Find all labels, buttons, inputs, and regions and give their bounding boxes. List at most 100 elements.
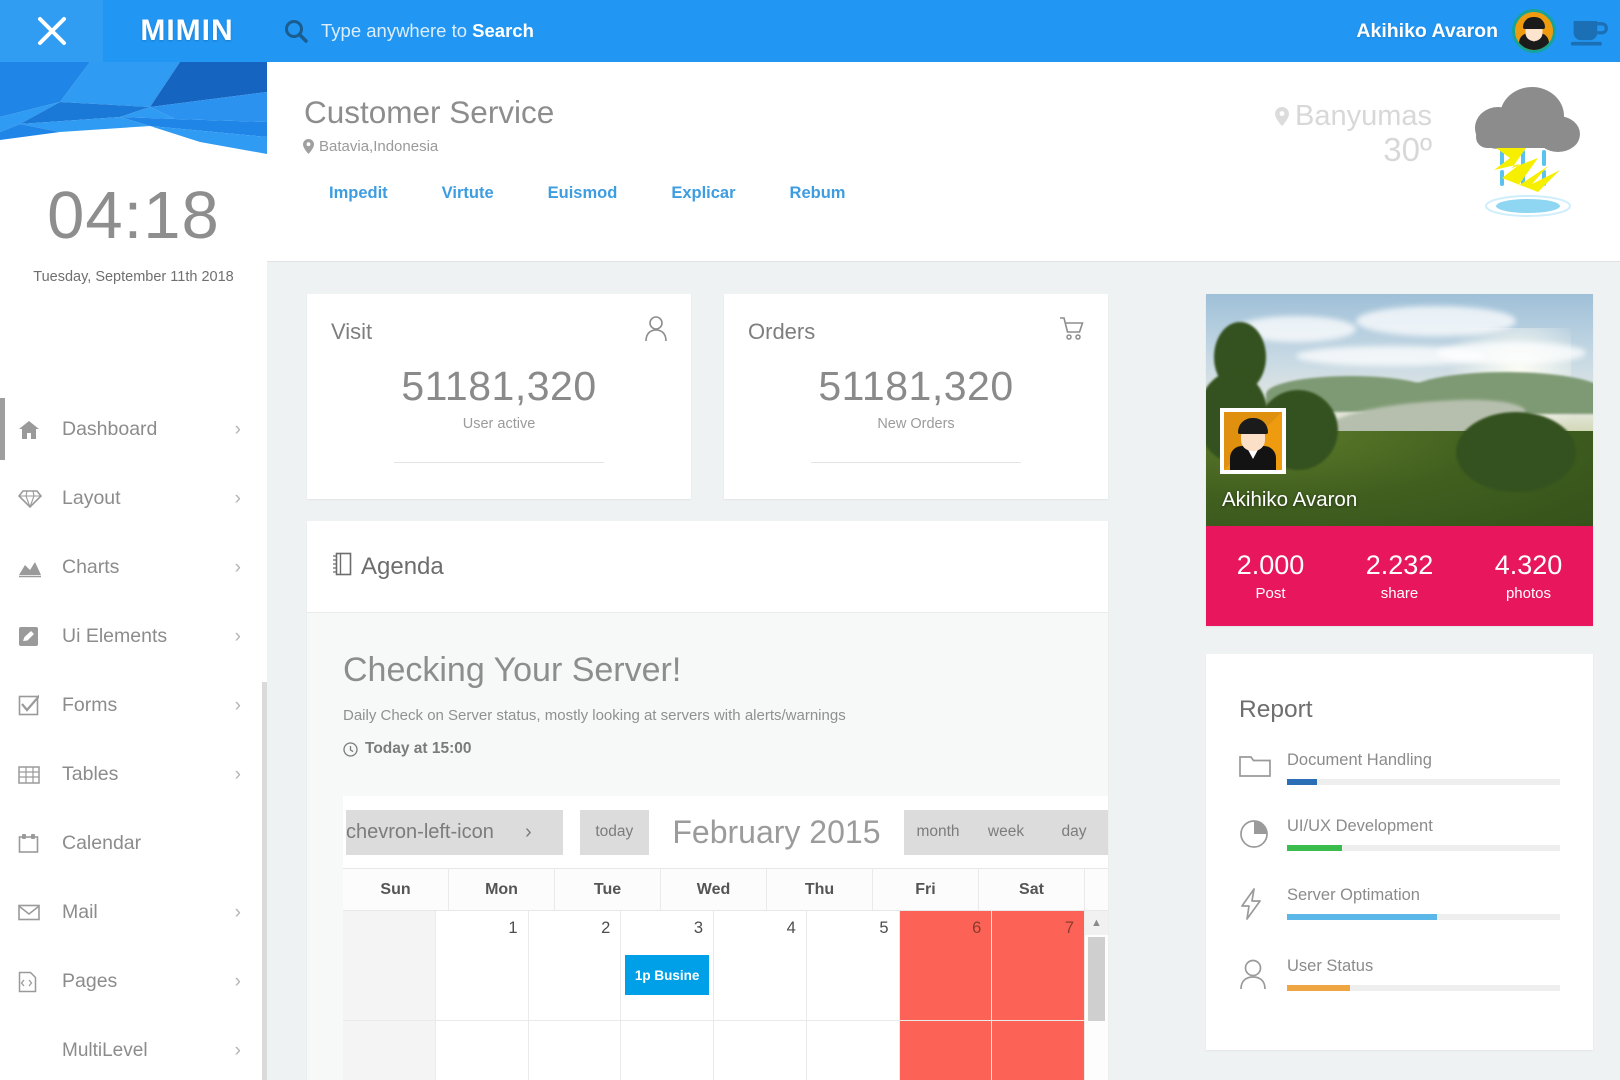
chevron-right-icon: › [234, 418, 241, 440]
calendar-cell[interactable]: 1 [434, 911, 528, 1021]
folder-icon [1239, 751, 1273, 783]
sidebar-item-charts[interactable]: Charts › [0, 533, 267, 602]
sidebar-item-forms[interactable]: Forms › [0, 671, 267, 740]
sidebar-label: Charts [62, 556, 120, 578]
calendar-cell[interactable] [805, 1021, 899, 1080]
top-user-name[interactable]: Akihiko Avaron [1356, 20, 1498, 43]
stat-value: 51181,320 [401, 363, 597, 409]
brand-logo[interactable]: MIMIN [103, 14, 271, 48]
page-location: Batavia,Indonesia [303, 138, 438, 155]
agenda-time-row: Today at 15:00 [343, 740, 1108, 758]
weather-city-row: Banyumas [1275, 100, 1432, 133]
agenda-body: Checking Your Server! Daily Check on Ser… [307, 613, 1108, 1080]
calendar-view-month[interactable]: month [904, 809, 972, 855]
clock-icon [343, 741, 358, 757]
search-placeholder-strong: Search [472, 20, 534, 41]
calendar-scrollbar[interactable]: ▲ [1084, 911, 1108, 1057]
map-pin-icon [303, 139, 314, 154]
agenda-card: Agenda Checking Your Server! Daily Check… [307, 521, 1108, 1080]
weather-widget: Banyumas 30º [1275, 82, 1590, 227]
code-file-icon [18, 971, 52, 993]
right-column: Akihiko Avaron 2.000 Post 2.232 share 4.… [1206, 294, 1593, 1050]
calendar-cell[interactable]: 6 [898, 911, 992, 1021]
calendar-dow-sat: Sat [978, 869, 1084, 910]
calendar-cell[interactable] [527, 1021, 621, 1080]
diamond-icon [18, 489, 52, 509]
scroll-up-icon[interactable]: ▲ [1085, 911, 1108, 935]
calendar-cell[interactable] [343, 1021, 435, 1080]
calendar-cell[interactable] [991, 1021, 1084, 1080]
sidebar-clock: 04:18 Tuesday, September 11th 2018 [0, 182, 267, 285]
calendar-cell[interactable] [343, 911, 435, 1021]
sidebar-item-mail[interactable]: Mail › [0, 878, 267, 947]
calendar-next-button[interactable]: › [493, 809, 563, 855]
thunderstorm-rain-icon [1475, 87, 1580, 217]
chevron-right-icon: › [234, 556, 241, 578]
sidebar-item-dashboard[interactable]: Dashboard › [0, 395, 267, 464]
calendar-cell[interactable]: 4 [713, 911, 806, 1021]
search-placeholder-label[interactable]: Type anywhere to Search [321, 20, 534, 42]
cover-cloud [1356, 306, 1516, 336]
sidebar-label: MultiLevel [62, 1039, 148, 1061]
home-icon [18, 420, 52, 440]
sidebar-label: Layout [62, 487, 121, 509]
calendar-day-number: 4 [786, 919, 796, 937]
calendar-cell[interactable]: 7 [991, 911, 1084, 1021]
calendar-event[interactable]: 1p Busine [625, 955, 709, 995]
tab-explicar[interactable]: Explicar [671, 184, 735, 203]
report-row-server-optimation: Server Optimation [1239, 886, 1560, 925]
calendar-dow-thu: Thu [766, 869, 872, 910]
report-main: Document Handling [1287, 751, 1560, 785]
calendar-view-day[interactable]: day [1040, 809, 1108, 855]
profile-stat-share: 2.232 share [1366, 550, 1434, 602]
search-box[interactable]: Type anywhere to Search [283, 18, 534, 44]
calendar-cell[interactable] [898, 1021, 992, 1080]
agenda-title: Checking Your Server! [343, 651, 682, 689]
sidebar-item-calendar[interactable]: Calendar [0, 809, 267, 878]
sidebar-item-layout[interactable]: Layout › [0, 464, 267, 533]
sidebar-item-ui-elements[interactable]: Ui Elements › [0, 602, 267, 671]
calendar-cell[interactable] [434, 1021, 528, 1080]
report-row-user-status: User Status [1239, 957, 1560, 994]
calendar-cell[interactable]: 5 [805, 911, 899, 1021]
report-label: UI/UX Development [1287, 817, 1433, 835]
tab-euismod[interactable]: Euismod [548, 184, 618, 203]
calendar-day-number: 3 [693, 919, 703, 937]
sidebar-item-tables[interactable]: Tables › [0, 740, 267, 809]
profile-stat-value: 2.000 [1236, 550, 1305, 580]
calendar-prev-button[interactable]: chevron-left-icon [346, 809, 494, 855]
stat-value: 51181,320 [818, 363, 1014, 409]
tab-virtute[interactable]: Virtute [442, 184, 494, 203]
calendar-cell[interactable] [713, 1021, 806, 1080]
pencil-icon [18, 626, 52, 647]
dashboard-content: Visit 51181,320 User active Orders 51181… [267, 262, 1620, 1080]
user-icon [644, 316, 668, 347]
avatar-hair [1523, 17, 1545, 29]
calendar-day-number: 2 [601, 919, 611, 937]
calendar-view-week[interactable]: week [972, 809, 1040, 855]
weather-text: Banyumas 30º [1275, 82, 1440, 168]
profile-avatar[interactable] [1220, 408, 1286, 474]
tab-impedit[interactable]: Impedit [329, 184, 388, 203]
report-progress-track [1287, 845, 1560, 851]
calendar-week-row-partial [343, 1021, 1108, 1080]
map-pin-icon [1275, 107, 1289, 126]
calendar-cell[interactable]: 3 1p Busine [620, 911, 713, 1021]
coffee-cup-icon[interactable] [1570, 15, 1610, 47]
calendar-cell[interactable]: 2 [527, 911, 621, 1021]
calendar-cell[interactable] [620, 1021, 713, 1080]
stat-card-orders: Orders 51181,320 New Orders [724, 294, 1108, 499]
bolt-icon [1239, 886, 1273, 925]
calendar-today-button[interactable]: today [579, 809, 649, 855]
sidebar-item-multilevel[interactable]: MultiLevel › [0, 1016, 267, 1080]
sidebar-item-pages[interactable]: Pages › [0, 947, 267, 1016]
pie-chart-icon [1239, 817, 1273, 854]
avatar[interactable] [1512, 9, 1556, 53]
agenda-header-title: Agenda [361, 552, 444, 580]
clock-time: 04:18 [47, 178, 220, 253]
profile-stat-label: photos [1505, 585, 1552, 602]
close-button[interactable] [0, 0, 103, 62]
calendar-scrollbar-lower[interactable] [1084, 1021, 1108, 1080]
report-title: Report [1239, 696, 1313, 723]
tab-rebum[interactable]: Rebum [790, 184, 846, 203]
